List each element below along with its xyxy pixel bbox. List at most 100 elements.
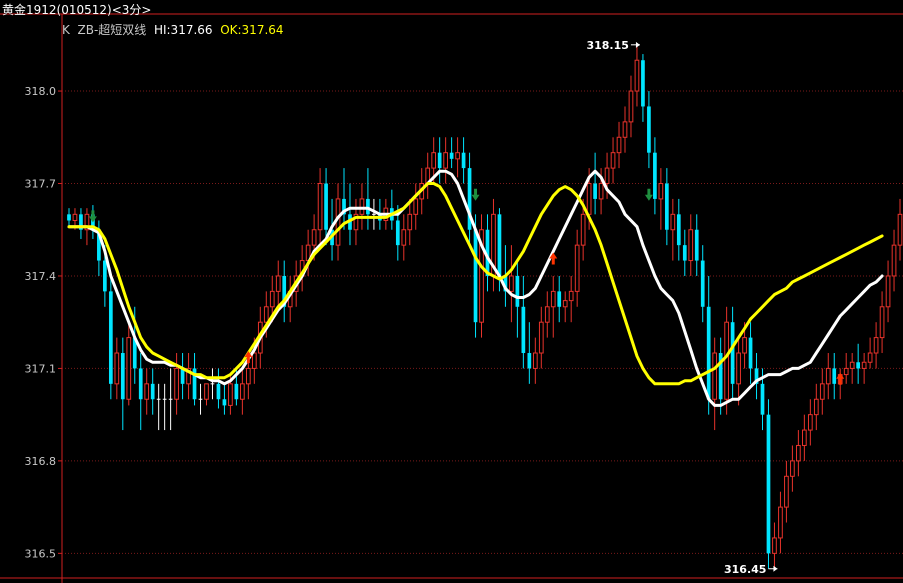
candle-body-up — [509, 275, 514, 292]
candle-body-up — [861, 361, 867, 369]
candle-body-up — [736, 352, 741, 385]
candle-body-down — [706, 306, 711, 400]
low-annotation-arrowhead — [773, 565, 778, 572]
candle-body-down — [234, 383, 239, 400]
candle-body-down — [664, 183, 669, 230]
candle-body-up — [712, 352, 718, 400]
candle-body-up — [807, 414, 813, 431]
candle-body-up — [245, 367, 251, 385]
candle-body-up — [562, 300, 568, 308]
candle-body-up — [873, 337, 879, 354]
candle-body-down — [222, 399, 227, 406]
candle-body-up — [228, 383, 233, 406]
candle-body-down — [527, 353, 532, 369]
candle-body-up — [544, 306, 550, 323]
candle-body-up — [790, 460, 795, 477]
candle-body-up — [813, 398, 819, 416]
candle-body-down — [557, 291, 562, 307]
candle-body-up — [532, 352, 538, 369]
candle-body-down — [449, 152, 454, 159]
indicator-legend: K ZB-超短双线 HI:317.66 OK:317.64 — [62, 21, 284, 38]
candle-body-up — [413, 198, 419, 215]
candle-body-down — [521, 306, 526, 354]
sell-signal-arrow — [88, 210, 97, 223]
y-tick-label: 317.1 — [25, 362, 57, 375]
candle-body-down — [67, 214, 71, 221]
candle-body-up — [616, 136, 622, 154]
candle-body-down — [641, 60, 645, 107]
candle-body-down — [694, 229, 699, 261]
y-tick-label: 318.0 — [25, 85, 57, 98]
candle-body-up — [598, 183, 604, 200]
candle-body-up — [263, 306, 269, 323]
candle-body-up — [610, 152, 616, 169]
candle-body-down — [653, 152, 657, 199]
hi-value-label: HI:317.66 — [153, 23, 213, 37]
candle-body-down — [216, 383, 221, 400]
sell-signal-arrow — [471, 188, 480, 201]
candle-body-down — [324, 183, 328, 230]
candle-body-down — [473, 229, 478, 323]
candle-body-up — [174, 367, 179, 400]
candle-body-down — [647, 106, 651, 153]
candle-body-down — [461, 152, 466, 169]
candle-body-down — [515, 275, 520, 307]
candle-body-up — [897, 213, 903, 246]
candle-body-down — [437, 152, 442, 169]
candle-body-up — [550, 290, 556, 308]
candle-body-up — [879, 306, 885, 339]
candle-body-up — [586, 183, 592, 215]
candle-body-up — [622, 121, 628, 138]
candle-body-up — [843, 367, 849, 376]
candle-body-up — [628, 90, 634, 123]
y-tick-label: 316.5 — [25, 547, 57, 560]
candle-body-up — [604, 167, 610, 185]
candle-body-down — [748, 337, 753, 369]
ok-value-label: OK:317.64 — [220, 23, 284, 37]
candle-body-down — [856, 362, 861, 369]
chart-window: 318.0 317.7 317.4 317.1 316.8 316.5 318.15 316.… — [0, 0, 903, 583]
candle-body-down — [682, 245, 687, 261]
candle-body-down — [108, 291, 113, 384]
candle-body-up — [580, 213, 586, 246]
candle-body-up — [688, 229, 694, 262]
candle-body-up — [275, 275, 281, 292]
candle-body-up — [891, 244, 897, 277]
candle-body-down — [676, 214, 681, 246]
candle-body-up — [455, 152, 460, 160]
candle-body-down — [766, 414, 771, 554]
candle-body-down — [138, 368, 143, 400]
candle-body-up — [574, 244, 580, 292]
candle-body-down — [700, 260, 705, 307]
candle-body-down — [497, 214, 502, 276]
candle-body-up — [778, 506, 783, 539]
candle-body-up — [251, 352, 257, 369]
candle-body-down — [593, 183, 597, 199]
y-tick-label: 316.8 — [25, 455, 57, 468]
candle-body-up — [144, 383, 150, 400]
candle-body-up — [443, 152, 448, 169]
candle-body-down — [760, 383, 765, 415]
candle-body-up — [742, 337, 747, 354]
candle-body-up — [772, 537, 777, 554]
candle-body-up — [72, 213, 78, 221]
candle-body-up — [538, 321, 544, 354]
candle-body-up — [407, 213, 413, 231]
candle-body-up — [819, 383, 825, 400]
candle-body-up — [796, 444, 801, 462]
legend-prefix: K — [62, 23, 70, 37]
candle-body-down — [103, 260, 107, 292]
y-tick-label: 317.4 — [25, 270, 57, 283]
candle-body-down — [120, 353, 125, 400]
candle-body-up — [784, 475, 789, 508]
candle-body-up — [269, 290, 275, 308]
candle-body-down — [832, 368, 837, 384]
candle-body-up — [825, 367, 831, 385]
candle-body-up — [317, 183, 323, 231]
candle-body-up — [359, 198, 365, 215]
candle-body-up — [885, 275, 891, 308]
candle-body-down — [150, 383, 155, 400]
low-annotation-label: 316.45 — [724, 563, 766, 576]
candle-body-down — [366, 198, 370, 215]
candle-body-up — [634, 59, 640, 92]
